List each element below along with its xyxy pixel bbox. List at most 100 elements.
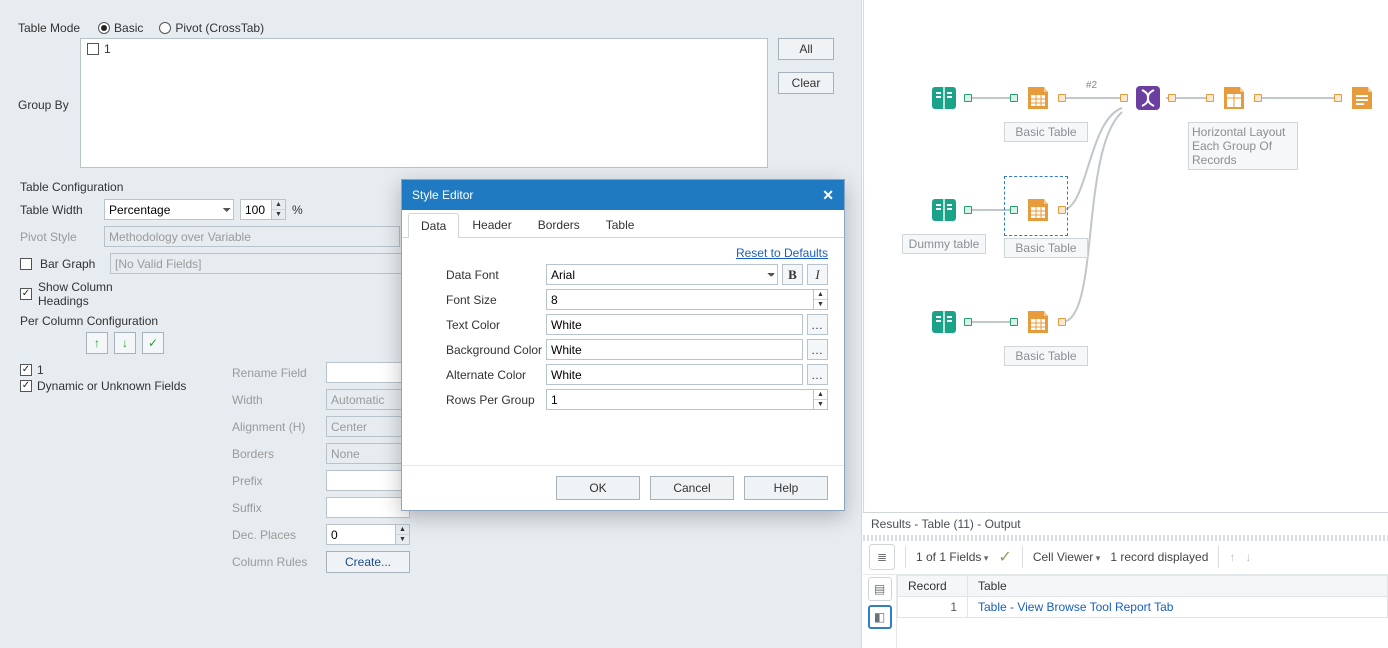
anchor-in[interactable] (1010, 318, 1018, 326)
rows-per-spinner[interactable]: ▲▼ (546, 389, 828, 410)
node-layout[interactable] (1216, 80, 1252, 116)
col-record[interactable]: Record (898, 576, 968, 597)
alt-color-picker-button[interactable]: … (807, 364, 828, 385)
tab-table[interactable]: Table (593, 212, 648, 237)
anchor-in[interactable] (1010, 206, 1018, 214)
cancel-button[interactable]: Cancel (650, 476, 734, 500)
reset-defaults-link[interactable]: Reset to Defaults (418, 246, 828, 260)
anchor-in[interactable] (1010, 94, 1018, 102)
node-input-1[interactable] (926, 80, 962, 116)
rename-field[interactable] (326, 362, 410, 383)
italic-button[interactable]: I (807, 264, 828, 285)
node-basic-table-1[interactable] (1020, 80, 1056, 116)
anchor-out[interactable] (1058, 206, 1066, 214)
spin-up-icon[interactable]: ▲ (814, 290, 827, 300)
table-row[interactable]: 1 Table - View Browse Tool Report Tab (898, 597, 1388, 618)
bg-color-picker-button[interactable]: … (807, 339, 828, 360)
anchor-out[interactable] (1254, 94, 1262, 102)
tab-header[interactable]: Header (459, 212, 524, 237)
node-join[interactable] (1130, 80, 1166, 116)
table-width-select[interactable]: Percentage (104, 199, 234, 220)
clear-button[interactable]: Clear (778, 72, 834, 94)
spin-up-icon[interactable]: ▲ (272, 200, 285, 210)
col-table[interactable]: Table (968, 576, 1388, 597)
checkbox-icon[interactable] (87, 43, 99, 55)
anchor-out[interactable] (1058, 318, 1066, 326)
list-item[interactable]: 1 (20, 362, 220, 378)
spin-up-icon[interactable]: ▲ (396, 525, 409, 535)
results-sidebar: ▤ ◧ (863, 575, 897, 648)
workflow-canvas[interactable]: Basic Table #2 Horizontal Layout Each Gr… (863, 0, 1388, 512)
checkbox-icon[interactable] (20, 364, 32, 376)
node-input-3[interactable] (926, 304, 962, 340)
font-size-spinner[interactable]: ▲▼ (546, 289, 828, 310)
anchor-in[interactable] (1206, 94, 1214, 102)
align-select[interactable]: Center (326, 416, 410, 437)
width-select[interactable]: Automatic (326, 389, 410, 410)
nav-down-icon[interactable]: ↓ (1245, 550, 1251, 564)
rows-per-value[interactable] (546, 389, 814, 410)
node-basic-table-2[interactable] (1020, 192, 1056, 228)
move-up-button[interactable]: ↑ (86, 332, 108, 354)
table-width-spinner[interactable]: ▲▼ (240, 199, 286, 220)
per-column-list[interactable]: 1 Dynamic or Unknown Fields (20, 362, 220, 579)
ok-button[interactable]: OK (556, 476, 640, 500)
create-rules-button[interactable]: Create... (326, 551, 410, 573)
help-button[interactable]: Help (744, 476, 828, 500)
checkbox-icon[interactable] (20, 380, 32, 392)
anchor-in[interactable] (1120, 94, 1128, 102)
prefix-field[interactable] (326, 470, 410, 491)
anchor-out[interactable] (964, 94, 972, 102)
spin-down-icon[interactable]: ▼ (396, 535, 409, 544)
tab-borders[interactable]: Borders (525, 212, 593, 237)
cell-table-link[interactable]: Table - View Browse Tool Report Tab (968, 597, 1388, 618)
spin-down-icon[interactable]: ▼ (814, 400, 827, 409)
group-by-list[interactable]: 1 (80, 38, 768, 168)
anchor-out[interactable] (1058, 94, 1066, 102)
data-font-select[interactable]: Arial (546, 264, 778, 285)
spin-down-icon[interactable]: ▼ (272, 210, 285, 219)
anchor-out[interactable] (1168, 94, 1176, 102)
font-size-value[interactable] (546, 289, 814, 310)
move-down-button[interactable]: ↓ (114, 332, 136, 354)
show-headings-checkbox[interactable] (20, 288, 32, 300)
radio-basic[interactable]: Basic (98, 21, 143, 35)
nav-up-icon[interactable]: ↑ (1229, 550, 1235, 564)
dec-value[interactable] (326, 524, 396, 545)
fields-dropdown[interactable]: 1 of 1 Fields (916, 550, 988, 564)
results-pane: Results - Table (11) - Output ≣ 1 of 1 F… (863, 512, 1388, 648)
anchor-in[interactable] (1334, 94, 1342, 102)
metadata-button[interactable]: ≣ (869, 544, 895, 570)
cell-viewer-dropdown[interactable]: Cell Viewer (1033, 550, 1101, 564)
check-icon[interactable]: ✓ (998, 547, 1011, 567)
dec-spinner[interactable]: ▲▼ (326, 524, 410, 545)
text-color-picker-button[interactable]: … (807, 314, 828, 335)
tab-data[interactable]: Data (408, 213, 459, 238)
dialog-titlebar[interactable]: Style Editor ✕ (402, 180, 844, 210)
spin-down-icon[interactable]: ▼ (814, 300, 827, 309)
radio-pivot[interactable]: Pivot (CrossTab) (159, 21, 264, 35)
spin-up-icon[interactable]: ▲ (814, 390, 827, 400)
anchor-out[interactable] (964, 206, 972, 214)
text-color-field[interactable] (546, 314, 803, 335)
suffix-field[interactable] (326, 497, 410, 518)
node-output[interactable] (1344, 80, 1380, 116)
bg-color-field[interactable] (546, 339, 803, 360)
node-basic-table-3[interactable] (1020, 304, 1056, 340)
node-input-2[interactable] (926, 192, 962, 228)
group-by-item[interactable]: 1 (81, 39, 767, 59)
alt-color-field[interactable] (546, 364, 803, 385)
view-table-button[interactable]: ▤ (868, 577, 892, 601)
dialog-body: Reset to Defaults Data Font Arial B I Fo… (402, 238, 844, 422)
anchor-out[interactable] (964, 318, 972, 326)
bold-button[interactable]: B (782, 264, 803, 285)
table-width-value[interactable] (240, 199, 272, 220)
view-report-button[interactable]: ◧ (868, 605, 892, 629)
list-item[interactable]: Dynamic or Unknown Fields (20, 378, 220, 394)
bar-graph-checkbox[interactable] (20, 258, 32, 270)
results-grid[interactable]: Record Table 1 Table - View Browse Tool … (897, 575, 1388, 648)
all-button[interactable]: All (778, 38, 834, 60)
apply-button[interactable]: ✓ (142, 332, 164, 354)
close-icon[interactable]: ✕ (822, 187, 834, 204)
borders-select[interactable]: None (326, 443, 410, 464)
